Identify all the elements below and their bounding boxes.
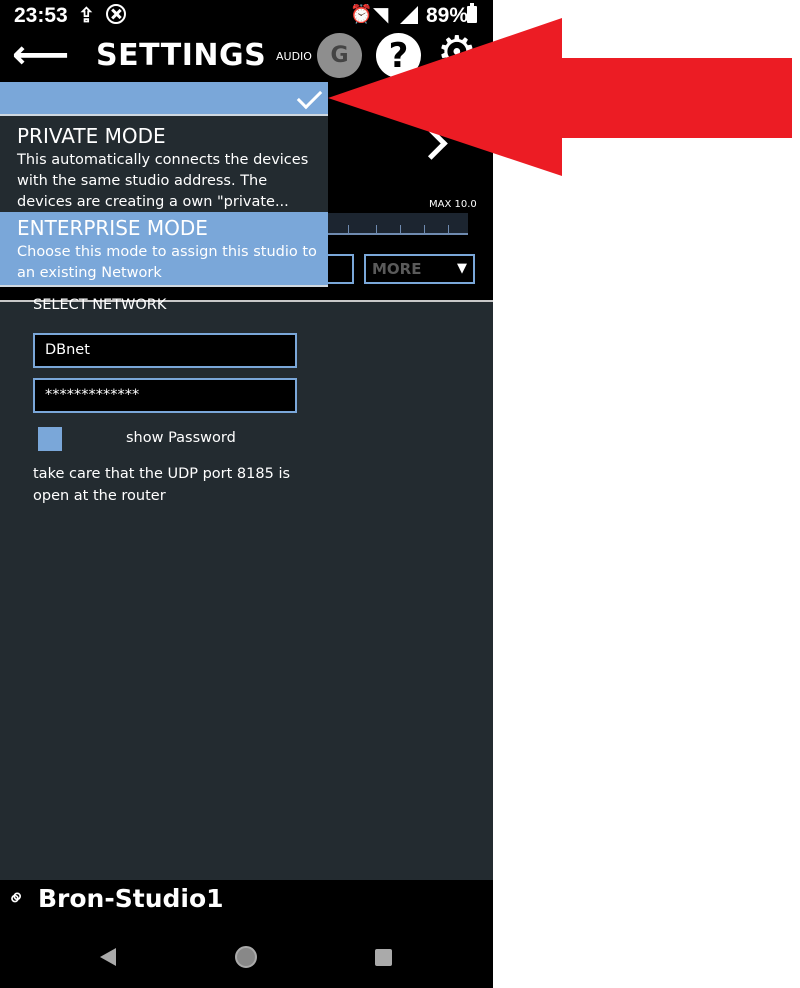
- studio-bar[interactable]: ⚭ Bron-Studio1: [0, 880, 493, 920]
- more-label: MORE: [372, 260, 422, 278]
- show-password-label: show Password: [126, 430, 236, 446]
- option-description: This automatically connects the devices …: [17, 152, 309, 210]
- password-field[interactable]: *************: [33, 378, 297, 413]
- option-private-mode[interactable]: PRIVATE MODE This automatically connects…: [0, 118, 328, 210]
- max-label: MAX 10.0: [429, 199, 477, 210]
- select-network-label: SELECT NETWORK: [33, 297, 167, 313]
- udp-note: take care that the UDP port 8185 is open…: [33, 466, 291, 504]
- option-enterprise-mode[interactable]: ENTERPRISE MODE Choose this mode to assi…: [0, 212, 328, 287]
- network-field[interactable]: DBnet: [33, 333, 297, 368]
- blocked-icon: [106, 4, 126, 24]
- background-button[interactable]: [328, 254, 354, 284]
- nav-back-icon[interactable]: [100, 948, 116, 966]
- mode-popup: PRIVATE MODE This automatically connects…: [0, 82, 328, 287]
- status-time: 23:53: [14, 4, 68, 27]
- caret-down-icon: ▼: [457, 261, 467, 276]
- back-arrow-icon[interactable]: ⟵: [12, 33, 69, 77]
- studio-name: Bron-Studio1: [38, 884, 224, 913]
- page-title: SETTINGS: [96, 38, 267, 73]
- popup-header[interactable]: [0, 82, 328, 116]
- show-password-checkbox[interactable]: [38, 427, 62, 451]
- nav-recents-icon[interactable]: [375, 949, 392, 966]
- check-icon[interactable]: [296, 83, 323, 110]
- audio-label: AUDIO: [276, 50, 312, 63]
- level-slider[interactable]: [328, 213, 468, 235]
- nav-home-icon[interactable]: [235, 946, 257, 968]
- annotation-arrow-icon: [328, 18, 792, 176]
- option-description: Choose this mode to assign this studio t…: [17, 244, 317, 281]
- upload-icon: ⇪: [78, 5, 95, 27]
- option-name: ENTERPRISE MODE: [17, 216, 208, 240]
- more-dropdown[interactable]: MORE ▼: [364, 254, 475, 284]
- system-nav-bar: [0, 920, 493, 988]
- option-name: PRIVATE MODE: [17, 124, 166, 148]
- annotation-arrow-shape: [328, 18, 792, 176]
- link-icon: ⚭: [1, 883, 33, 914]
